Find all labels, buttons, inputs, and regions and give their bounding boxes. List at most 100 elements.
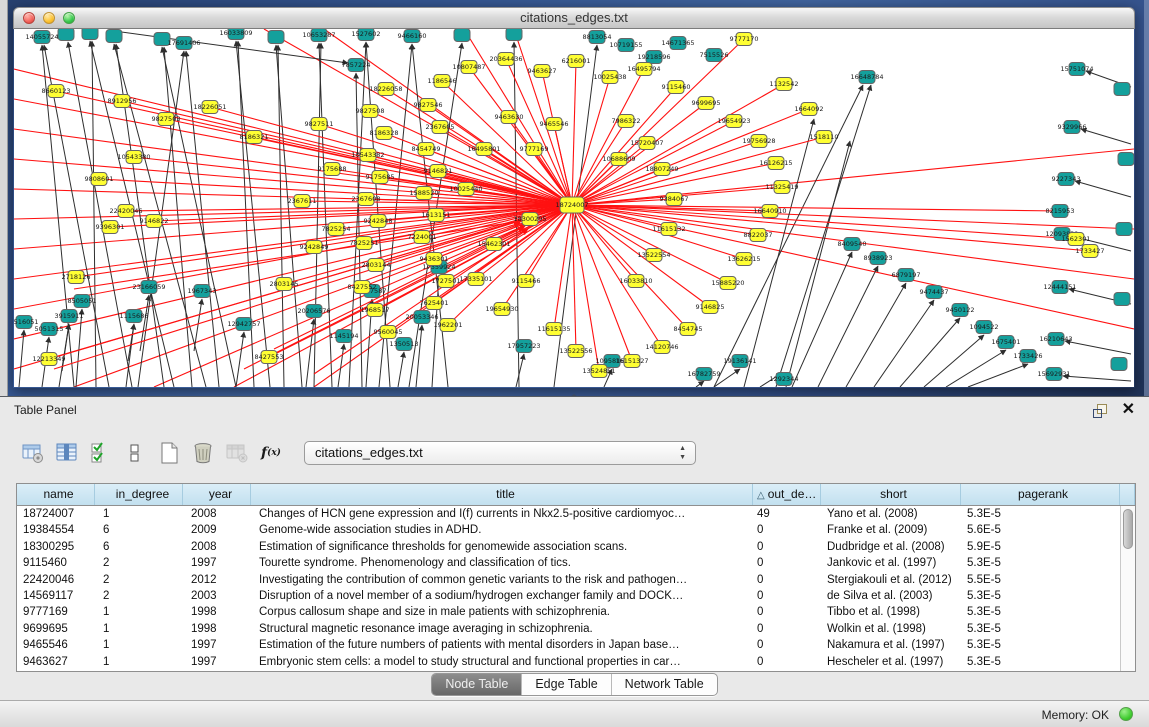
graph-node-label: 9146825 — [696, 303, 725, 311]
table-row[interactable]: 977716911998Corpus callosum shape and si… — [17, 604, 1120, 620]
graph-edge[interactable] — [162, 47, 236, 387]
table-row[interactable]: 1938455462009Genome-wide association stu… — [17, 522, 1120, 538]
graph-edge[interactable] — [924, 335, 984, 387]
table-row[interactable]: 1872400712008Changes of HCN gene express… — [17, 506, 1120, 522]
graph-edge[interactable] — [572, 205, 654, 255]
graph-edge[interactable] — [398, 352, 404, 387]
graph-node[interactable] — [506, 29, 522, 41]
graph-edge[interactable] — [874, 300, 934, 387]
graph-edge[interactable] — [1065, 341, 1131, 354]
table-cell: 2008 — [183, 506, 251, 522]
float-panel-icon[interactable] — [1093, 404, 1107, 417]
table-cell: Structural magnetic resonance image aver… — [251, 621, 753, 637]
table-cell: Jankovic et al. (1997) — [821, 555, 961, 571]
graph-edge[interactable] — [128, 324, 134, 361]
column-header-year[interactable]: year — [183, 484, 251, 505]
memory-ok-indicator[interactable] — [1119, 707, 1133, 721]
graph-node[interactable] — [1114, 293, 1130, 306]
table-row[interactable]: 946362711997Embryonic stem cells: a mode… — [17, 654, 1120, 670]
graph-node-label: 12444151 — [1043, 283, 1076, 291]
network-window-titlebar[interactable]: citations_edges.txt — [13, 7, 1135, 29]
graph-edge[interactable] — [696, 381, 704, 387]
table-row[interactable]: 1830029562008Estimation of significance … — [17, 539, 1120, 555]
graph-edge[interactable] — [1081, 129, 1131, 144]
graph-node-label: 1733427 — [1076, 247, 1105, 255]
graph-node-label: 7515526 — [700, 51, 729, 59]
graph-edge[interactable] — [900, 318, 960, 387]
combo-arrows-icon: ▲▼ — [679, 444, 686, 462]
tab-node-table[interactable]: Node Table — [432, 674, 521, 695]
graph-edge[interactable] — [244, 227, 524, 369]
graph-edge[interactable] — [572, 121, 734, 205]
graph-node[interactable] — [1114, 83, 1130, 96]
column-header-name[interactable]: name — [17, 484, 95, 505]
graph-edge[interactable] — [572, 205, 662, 347]
network-graph[interactable]: 1405572417691406160338091065328715276029… — [14, 29, 1134, 387]
select-rows-icon[interactable] — [88, 440, 114, 466]
show-columns-icon[interactable] — [54, 440, 80, 466]
graph-node[interactable] — [268, 31, 284, 44]
vertical-scrollbar[interactable] — [1120, 506, 1135, 671]
table-toolbar: f(x) citations_edges.txt ▲▼ — [20, 437, 696, 469]
graph-edge[interactable] — [572, 61, 576, 205]
table-cell: Franke et al. (2009) — [821, 522, 961, 538]
tab-network-table[interactable]: Network Table — [611, 674, 717, 695]
column-header-pagerank[interactable]: pagerank — [961, 484, 1120, 505]
graph-node-label: 23166059 — [132, 283, 165, 291]
graph-edge[interactable] — [572, 205, 636, 281]
network-desktop-background: citations_edges.txt 14055724176914061603… — [0, 0, 1149, 396]
create-table-icon[interactable] — [156, 440, 182, 466]
graph-edge[interactable] — [1075, 181, 1131, 197]
close-window-button[interactable] — [23, 12, 35, 24]
graph-edge[interactable] — [236, 41, 270, 387]
graph-edge[interactable] — [306, 319, 314, 387]
table-cell: 9465546 — [17, 637, 95, 653]
graph-node[interactable] — [82, 29, 98, 40]
tab-edge-table[interactable]: Edge Table — [521, 674, 610, 695]
table-row[interactable]: 911546021997Tourette syndrome. Phenomeno… — [17, 555, 1120, 571]
graph-edge[interactable] — [19, 330, 24, 387]
table-row[interactable]: 946554611997Estimation of the future num… — [17, 637, 1120, 653]
table-row[interactable]: 1456911722003Disruption of a novel membe… — [17, 588, 1120, 604]
table-row[interactable]: 2242004622012Investigating the contribut… — [17, 572, 1120, 588]
table-cell: 5.6E-5 — [961, 522, 1120, 538]
memory-status-label: Memory: OK — [1042, 708, 1109, 722]
graph-edge[interactable] — [236, 332, 244, 387]
table-options-icon[interactable] — [20, 440, 46, 466]
graph-edge[interactable] — [338, 344, 344, 387]
graph-node[interactable] — [454, 29, 470, 42]
graph-node[interactable] — [106, 30, 122, 43]
graph-edge[interactable] — [264, 29, 572, 205]
column-header-out-de-[interactable]: △out_de… — [753, 484, 821, 505]
graph-edge[interactable] — [92, 41, 96, 387]
zoom-window-button[interactable] — [63, 12, 75, 24]
table-cell: Embryonic stem cells: a model to study s… — [251, 654, 753, 670]
graph-edge[interactable] — [516, 354, 524, 387]
row-height-icon[interactable] — [122, 440, 148, 466]
graph-edge[interactable] — [846, 283, 906, 387]
graph-node-label: 5051315 — [35, 325, 64, 333]
graph-edge[interactable] — [792, 252, 852, 387]
column-header-in-degree[interactable]: in_degree — [95, 484, 183, 505]
graph-edge[interactable] — [238, 41, 254, 387]
graph-edge[interactable] — [1063, 376, 1131, 381]
table-selector-dropdown[interactable]: citations_edges.txt ▲▼ — [304, 441, 696, 465]
function-builder-icon[interactable]: f(x) — [258, 440, 284, 466]
graph-edge[interactable] — [946, 350, 1006, 387]
graph-node[interactable] — [1111, 358, 1127, 371]
scrollbar-thumb[interactable] — [1123, 509, 1133, 549]
minimize-window-button[interactable] — [43, 12, 55, 24]
graph-edge[interactable] — [818, 266, 878, 387]
table-cell: 5.3E-5 — [961, 555, 1120, 571]
graph-node-label: 13626215 — [727, 255, 760, 263]
column-header-title[interactable]: title — [251, 484, 753, 505]
delete-table-icon[interactable] — [190, 440, 216, 466]
graph-node[interactable] — [58, 29, 74, 41]
close-panel-icon[interactable]: ✕ — [1122, 399, 1135, 419]
column-header-short[interactable]: short — [821, 484, 961, 505]
network-canvas[interactable]: 1405572417691406160338091065328715276029… — [14, 29, 1134, 387]
graph-node[interactable] — [1118, 153, 1134, 166]
graph-node-label: 7825251 — [350, 239, 379, 247]
graph-node[interactable] — [1116, 223, 1132, 236]
table-row[interactable]: 969969511998Structural magnetic resonanc… — [17, 621, 1120, 637]
